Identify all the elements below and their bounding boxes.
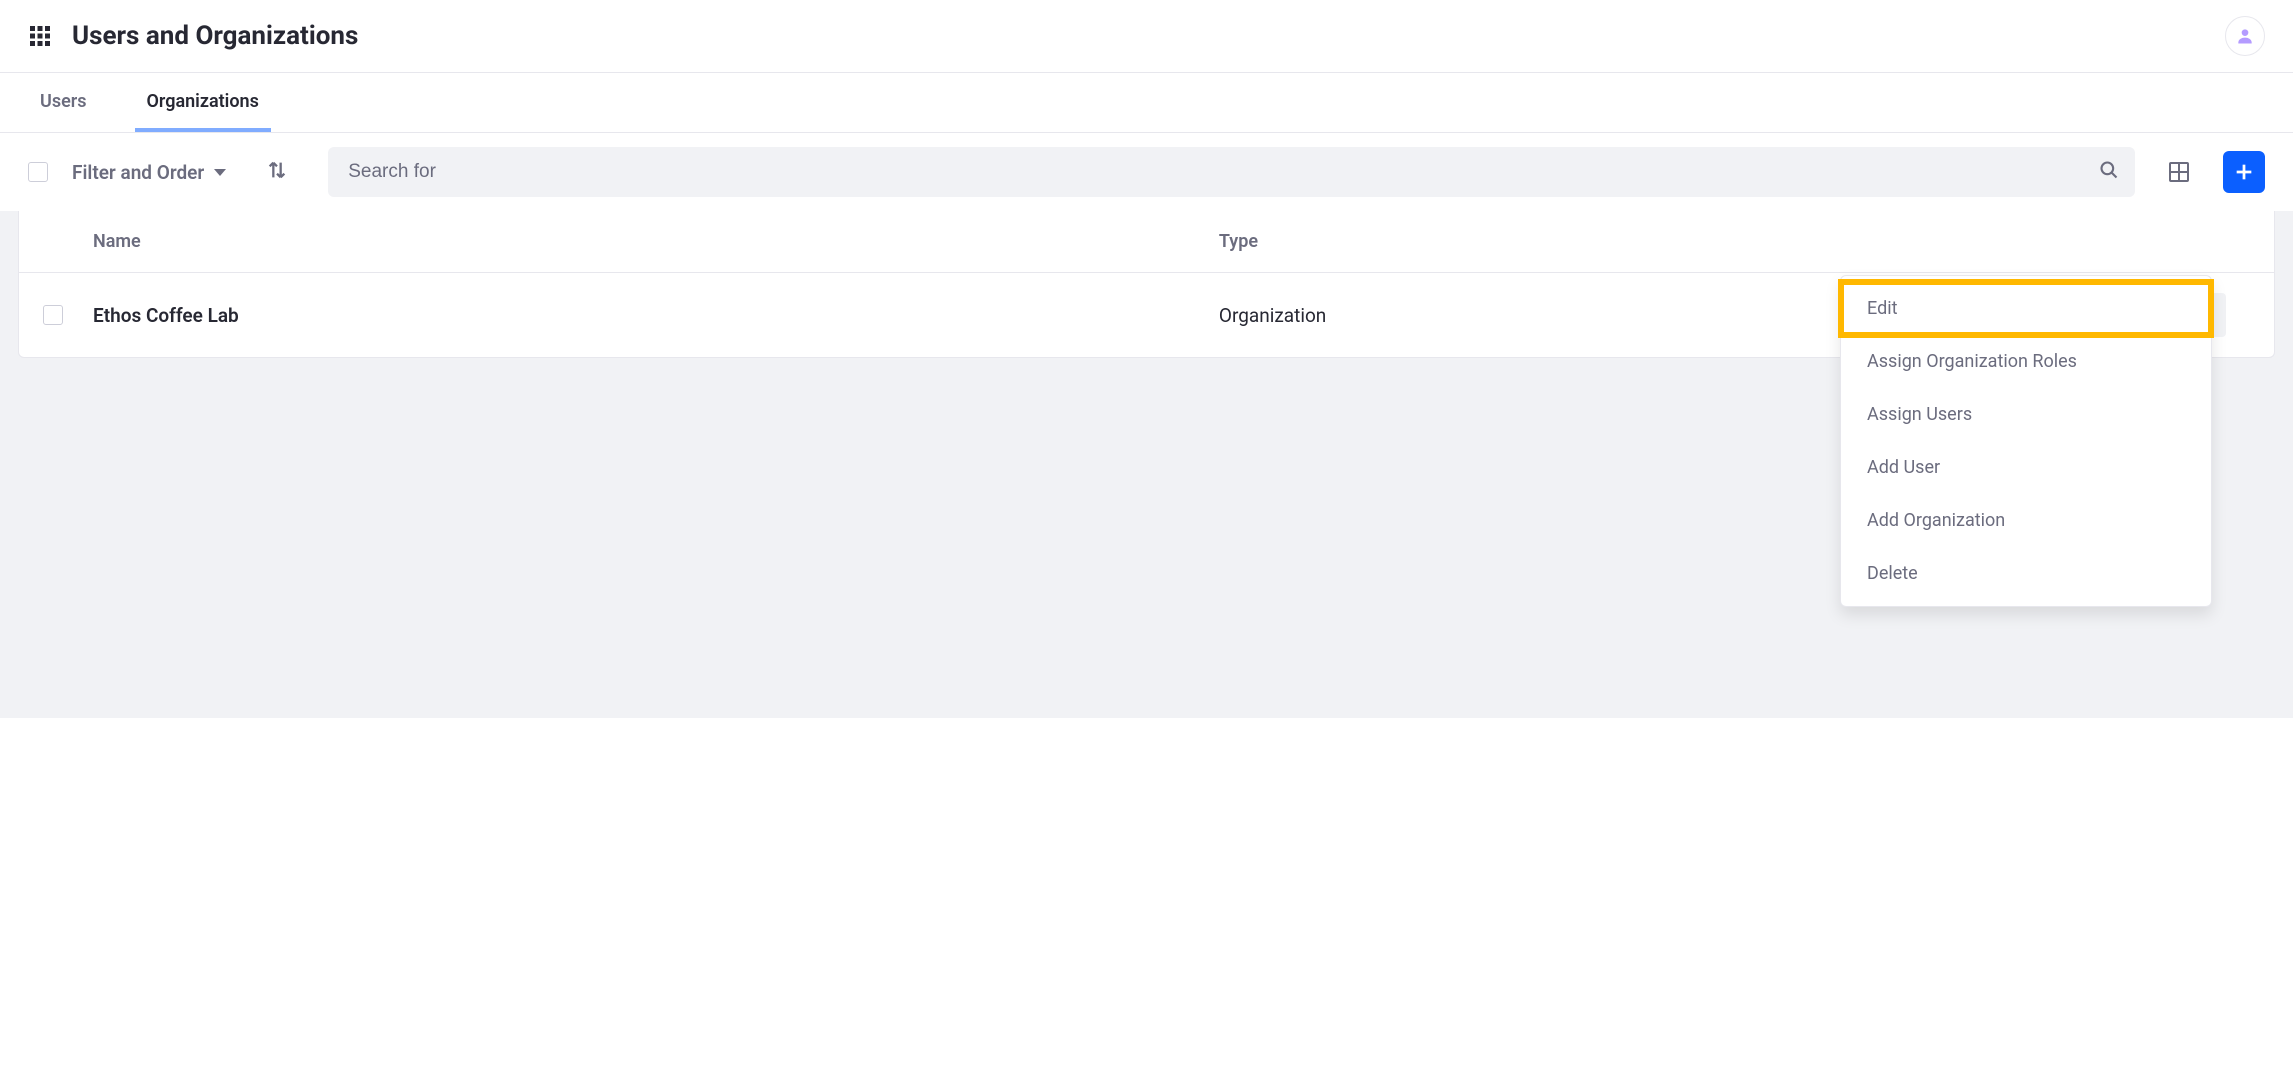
add-button[interactable] xyxy=(2223,151,2265,193)
organizations-table: Name Type Ethos Coffee Lab Organization xyxy=(18,211,2275,358)
row-actions-menu: Edit Assign Organization Roles Assign Us… xyxy=(1840,275,2212,607)
page-header: Users and Organizations xyxy=(0,0,2293,73)
column-header-type[interactable]: Type xyxy=(1219,231,2190,252)
toolbar: Filter and Order xyxy=(0,133,2293,211)
page-title: Users and Organizations xyxy=(72,21,358,51)
menu-item-edit[interactable]: Edit xyxy=(1841,282,2211,335)
filter-order-label: Filter and Order xyxy=(72,161,204,184)
caret-down-icon xyxy=(214,169,226,176)
content-area: Name Type Ethos Coffee Lab Organization xyxy=(0,211,2293,718)
view-toggle-button[interactable] xyxy=(2159,152,2199,192)
menu-item-assign-users[interactable]: Assign Users xyxy=(1841,388,2211,441)
menu-item-add-user[interactable]: Add User xyxy=(1841,441,2211,494)
row-checkbox[interactable] xyxy=(43,305,63,325)
sort-direction-button[interactable] xyxy=(260,153,294,191)
tab-bar: Users Organizations xyxy=(0,73,2293,133)
tab-users[interactable]: Users xyxy=(28,73,99,132)
table-row[interactable]: Ethos Coffee Lab Organization Edit Assig… xyxy=(19,273,2274,357)
menu-item-add-organization[interactable]: Add Organization xyxy=(1841,494,2211,547)
column-header-name[interactable]: Name xyxy=(93,231,1219,252)
select-all-checkbox[interactable] xyxy=(28,162,48,182)
search-field-wrap xyxy=(328,147,2135,197)
filter-order-dropdown[interactable]: Filter and Order xyxy=(66,161,232,184)
row-name[interactable]: Ethos Coffee Lab xyxy=(93,304,1219,327)
search-input[interactable] xyxy=(328,147,2135,197)
table-header-row: Name Type xyxy=(19,211,2274,273)
header-left: Users and Organizations xyxy=(28,21,358,51)
tab-organizations[interactable]: Organizations xyxy=(135,73,271,132)
user-avatar[interactable] xyxy=(2225,16,2265,56)
menu-item-assign-roles[interactable]: Assign Organization Roles xyxy=(1841,335,2211,388)
row-checkbox-wrap xyxy=(43,305,93,325)
menu-item-delete[interactable]: Delete xyxy=(1841,547,2211,600)
apps-grid-icon[interactable] xyxy=(28,24,52,48)
search-icon[interactable] xyxy=(2099,160,2119,184)
